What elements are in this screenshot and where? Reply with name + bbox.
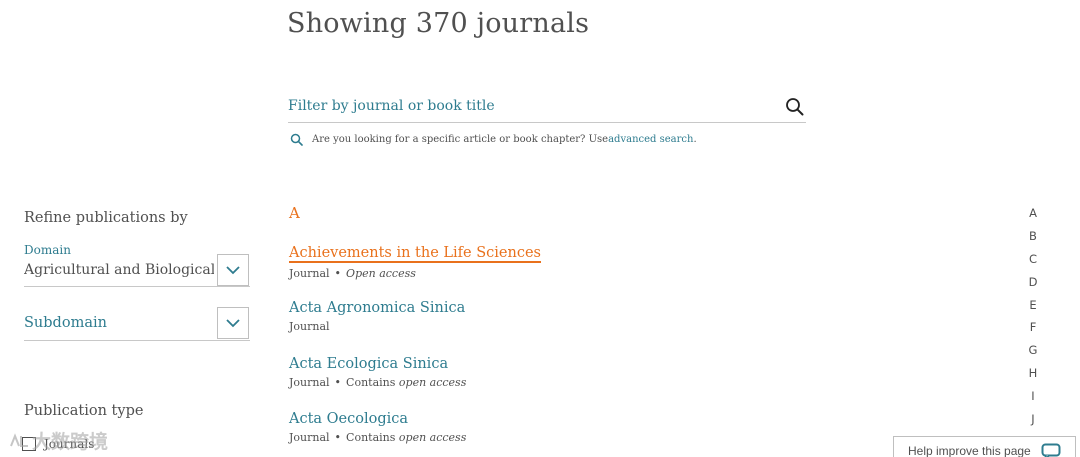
journal-access: open access (398, 376, 467, 389)
hint-end: . (693, 134, 697, 145)
journal-meta: Journal • Contains open access (289, 376, 466, 389)
list-item: Achievements in the Life Sciences Journa… (289, 242, 541, 280)
search-input[interactable] (288, 92, 768, 120)
journal-access-prefix: Contains (346, 431, 399, 444)
domain-dropdown-button[interactable] (217, 254, 249, 286)
watermark-text: 大数跨境 (32, 431, 109, 453)
journal-meta: Journal • Open access (289, 267, 541, 280)
journal-access: Open access (346, 267, 416, 280)
chevron-down-icon (226, 266, 240, 275)
alphabet-nav: A B C D E F G H I J (1026, 205, 1040, 434)
search-icon[interactable] (784, 96, 806, 118)
alpha-link-i[interactable]: I (1026, 388, 1040, 411)
list-item: Acta Ecologica Sinica Journal • Contains o… (289, 353, 466, 389)
watermark-logo-icon (10, 432, 28, 447)
journal-title-link[interactable]: Acta Ecologica Sinica (289, 356, 448, 372)
search-hint-icon (290, 133, 303, 146)
alpha-link-e[interactable]: E (1026, 297, 1040, 320)
journal-access-prefix: Contains (346, 376, 399, 389)
advanced-search-link[interactable]: advanced search (608, 134, 693, 145)
meta-separator: • (334, 267, 342, 280)
subdomain-select[interactable]: Subdomain (24, 315, 107, 331)
hint-text: Are you looking for a specific article o… (312, 134, 609, 145)
journal-meta: Journal (289, 320, 465, 333)
alpha-link-j[interactable]: J (1026, 411, 1040, 434)
feedback-button[interactable]: Help improve this page (893, 436, 1076, 457)
journal-title-link[interactable]: Achievements in the Life Sciences (289, 245, 541, 263)
feedback-label: Help improve this page (908, 443, 1031, 457)
journal-title-link[interactable]: Acta Oecologica (289, 411, 408, 427)
meta-separator: • (334, 431, 342, 444)
alpha-link-a[interactable]: A (1026, 205, 1040, 228)
watermark: 大数跨境 (8, 427, 108, 454)
alpha-link-h[interactable]: H (1026, 365, 1040, 388)
subdomain-underline (24, 340, 250, 341)
refine-title: Refine publications by (24, 210, 188, 226)
journal-title-link[interactable]: Acta Agronomica Sinica (289, 300, 465, 316)
domain-underline (24, 286, 250, 287)
alpha-link-c[interactable]: C (1026, 251, 1040, 274)
meta-separator: • (334, 376, 342, 389)
subdomain-dropdown-button[interactable] (217, 307, 249, 339)
alpha-link-g[interactable]: G (1026, 342, 1040, 365)
letter-heading: A (289, 204, 300, 222)
search-hint: Are you looking for a specific article o… (290, 133, 697, 146)
alpha-link-d[interactable]: D (1026, 274, 1040, 297)
list-item: Acta Agronomica Sinica Journal (289, 297, 465, 333)
journal-meta: Journal • Contains open access (289, 431, 466, 444)
journal-type: Journal (289, 320, 330, 333)
alpha-link-b[interactable]: B (1026, 228, 1040, 251)
journal-type: Journal (289, 376, 330, 389)
search-bar (288, 92, 806, 123)
chevron-down-icon (226, 319, 240, 328)
journal-type: Journal (289, 431, 330, 444)
domain-label: Domain (24, 243, 71, 257)
chat-icon (1041, 443, 1061, 457)
list-item: Acta Oecologica Journal • Contains open ac… (289, 408, 466, 444)
journal-type: Journal (289, 267, 330, 280)
journal-access: open access (398, 431, 467, 444)
alpha-link-f[interactable]: F (1026, 319, 1040, 342)
publication-type-title: Publication type (24, 403, 144, 419)
domain-select[interactable]: Agricultural and Biological Sciences (24, 262, 214, 278)
page-title: Showing 370 journals (287, 8, 590, 39)
